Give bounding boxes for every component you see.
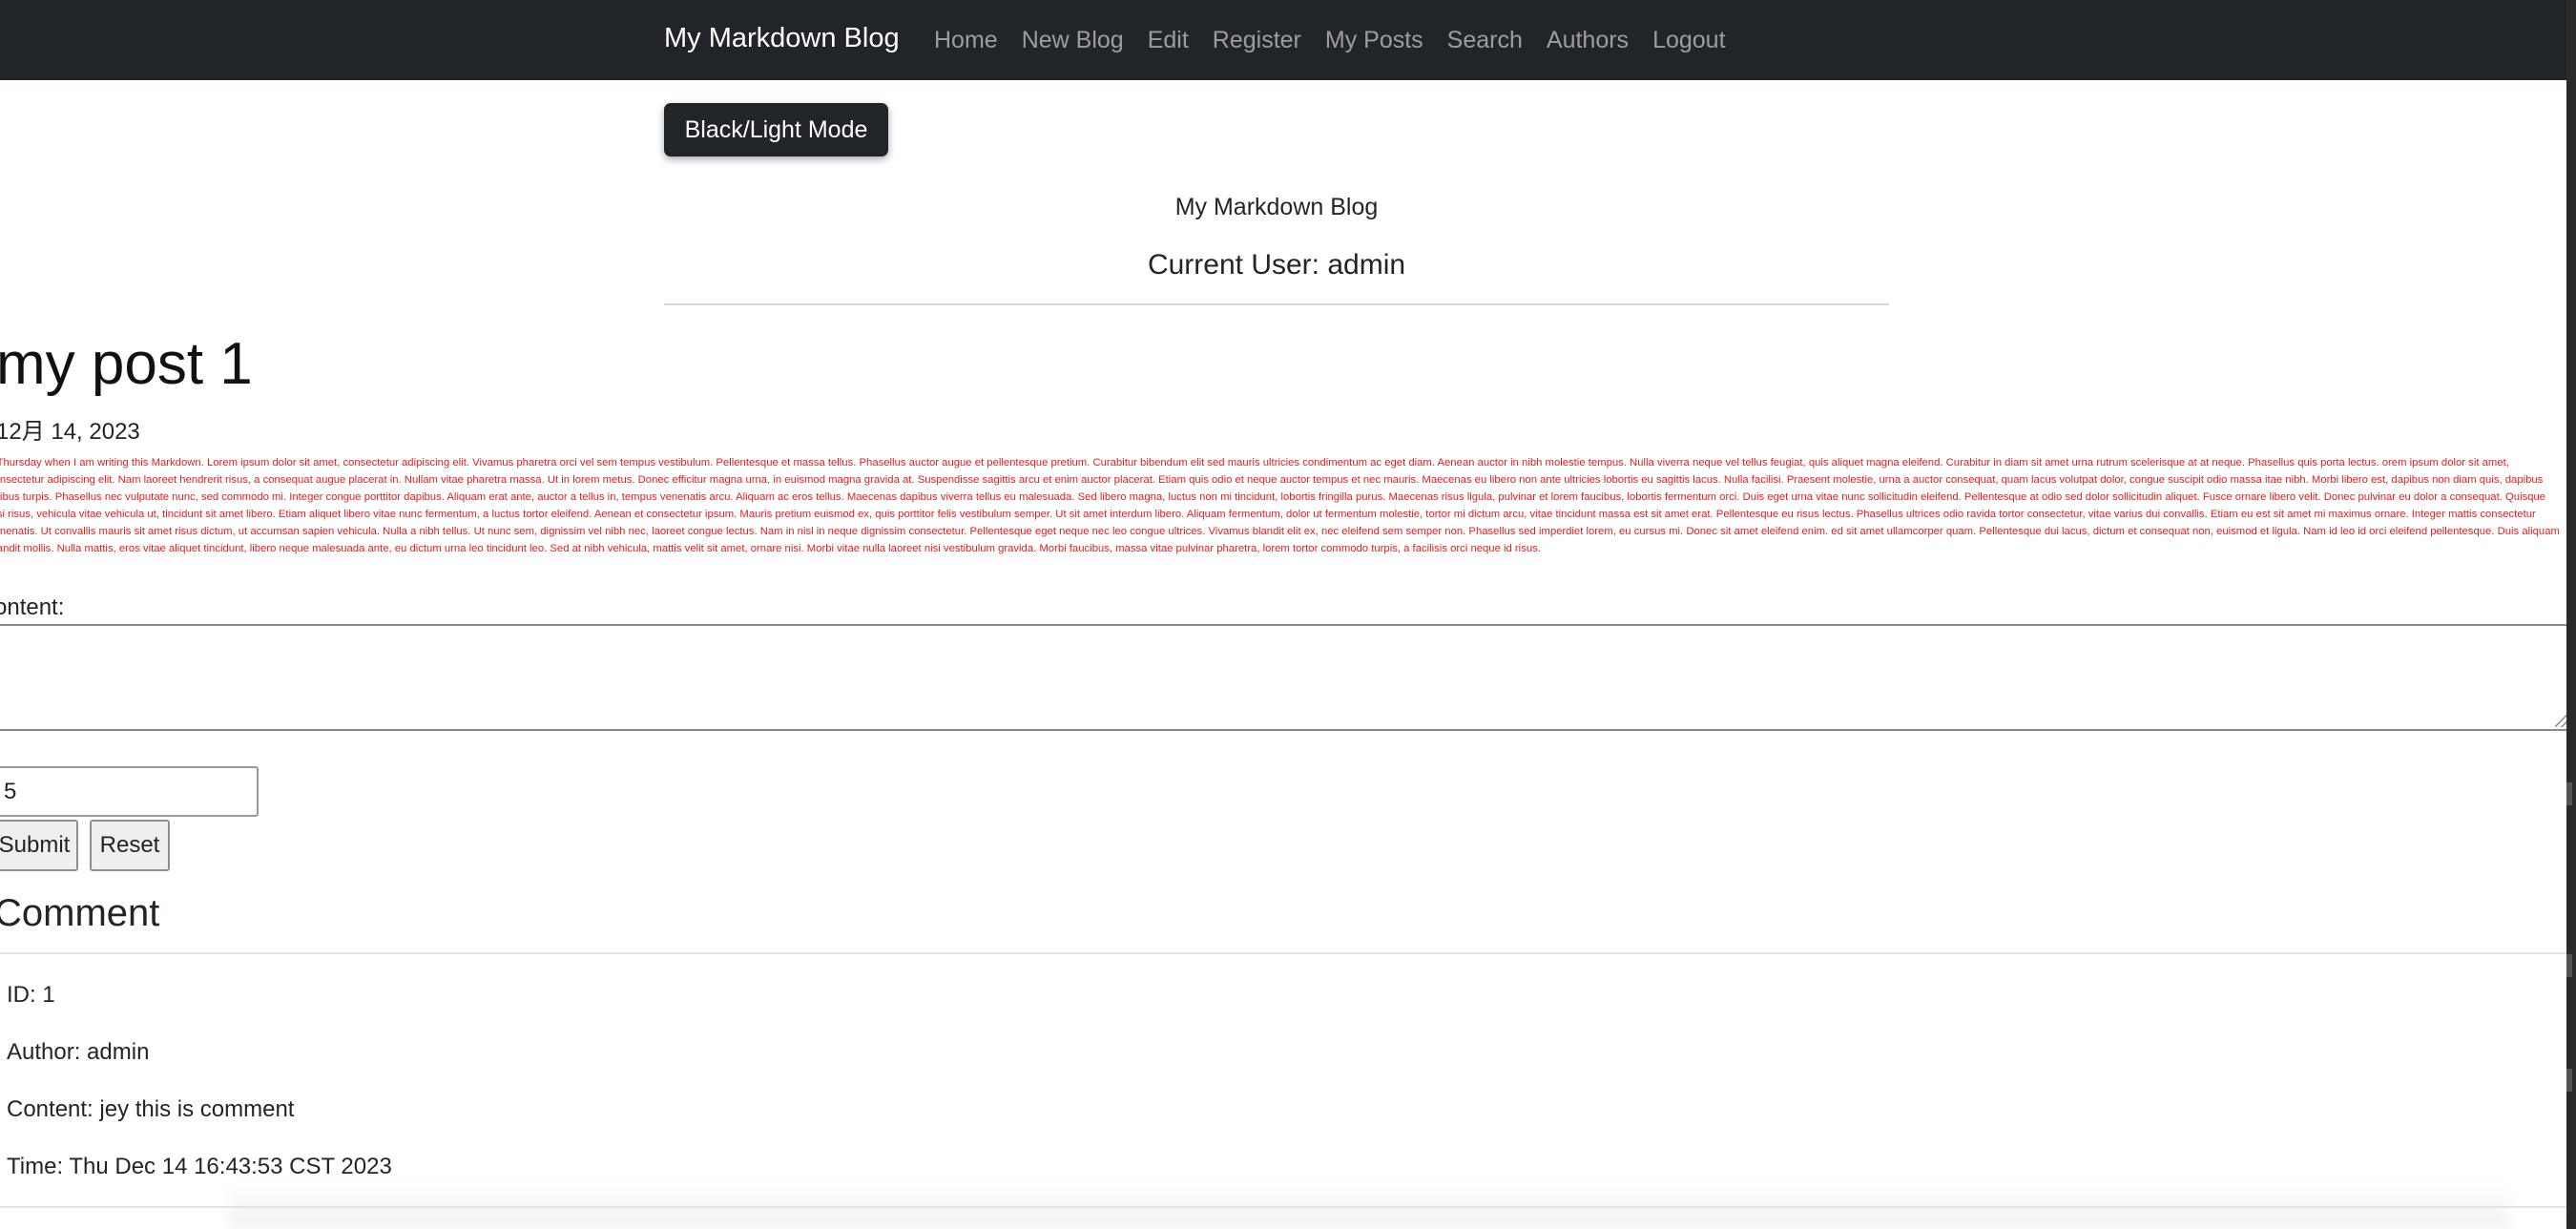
comment-id: ID: 1 xyxy=(7,982,55,1008)
dark-light-mode-button[interactable]: Black/Light Mode xyxy=(664,103,888,156)
navbar-brand[interactable]: My Markdown Blog xyxy=(664,23,900,54)
submit-button[interactable]: Submit xyxy=(0,820,78,871)
window-edge xyxy=(2566,0,2576,1229)
nav-link-authors[interactable]: Authors xyxy=(1547,27,1629,54)
post-body: s Thursday when I am writing this Markdo… xyxy=(0,457,2560,554)
edge-handle xyxy=(2566,954,2572,977)
nav-link-home[interactable]: Home xyxy=(934,27,998,54)
nav-link-new-blog[interactable]: New Blog xyxy=(1022,27,1124,54)
edge-handle xyxy=(2566,1069,2572,1092)
comment-id-input[interactable]: 5 xyxy=(0,766,259,817)
nav-link-edit[interactable]: Edit xyxy=(1148,27,1189,54)
comment-time: Time: Thu Dec 14 16:43:53 CST 2023 xyxy=(7,1154,392,1179)
current-user-label: Current User: admin xyxy=(1147,249,1406,281)
post-date: 12月 14, 2023 xyxy=(0,419,140,445)
comment-heading: Comment xyxy=(0,892,160,934)
comment-content-textarea[interactable] xyxy=(0,624,2569,731)
reset-button[interactable]: Reset xyxy=(90,820,170,871)
nav-link-logout[interactable]: Logout xyxy=(1652,27,1725,54)
edge-handle xyxy=(2566,782,2572,805)
comment-author: Author: admin xyxy=(7,1039,150,1065)
site-title: My Markdown Blog xyxy=(1174,194,1379,220)
header-divider xyxy=(664,303,1889,305)
bottom-shadow xyxy=(229,1181,2509,1229)
content-label: ontent: xyxy=(0,594,65,620)
nav-link-register[interactable]: Register xyxy=(1213,27,1301,54)
nav-link-search[interactable]: Search xyxy=(1447,27,1523,54)
post-title: my post 1 xyxy=(0,331,253,397)
top-navbar: My Markdown Blog Home New Blog Edit Regi… xyxy=(0,0,2576,80)
comment-end-divider xyxy=(0,1206,2576,1208)
nav-links: Home New Blog Edit Register My Posts Sea… xyxy=(934,27,1726,54)
nav-link-my-posts[interactable]: My Posts xyxy=(1325,27,1423,54)
comment-divider xyxy=(0,952,2576,954)
comment-content: Content: jey this is comment xyxy=(7,1096,295,1122)
